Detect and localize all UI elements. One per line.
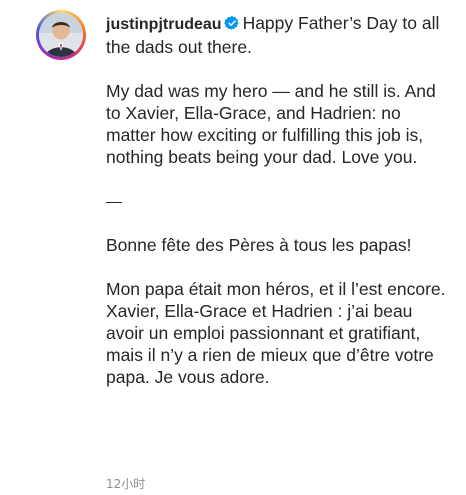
caption-paragraph-french-greeting: Bonne fête des Pères à tous les papas! (106, 235, 412, 255)
caption-paragraph-english: My dad was my hero — and he still is. An… (106, 81, 436, 167)
username-link[interactable]: justinpjtrudeau (106, 16, 222, 33)
verified-badge-icon (223, 14, 240, 36)
caption-paragraph-french: Mon papa était mon héros, et il l’est en… (106, 279, 446, 387)
profile-photo (39, 13, 83, 57)
post-timestamp[interactable]: 12小时 (106, 475, 145, 492)
post-caption: justinpjtrudeau Happy Father’s Day to all… (0, 0, 466, 495)
caption-text: justinpjtrudeau Happy Father’s Day to all… (106, 12, 451, 410)
caption-separator (106, 201, 122, 203)
avatar[interactable] (36, 10, 86, 60)
